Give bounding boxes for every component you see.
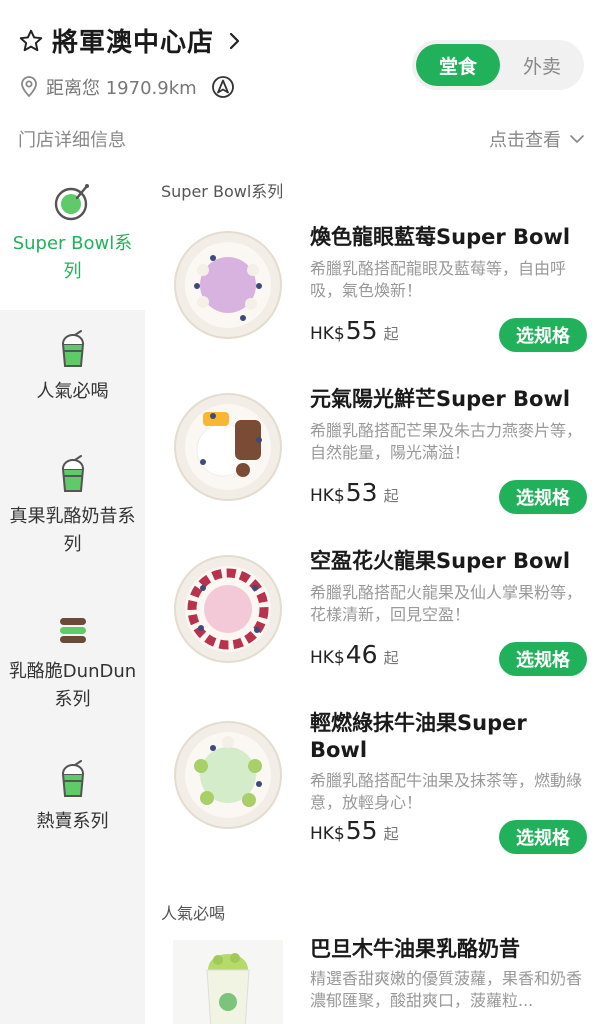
sidebar-item-label: 熱賣系列 (36, 811, 109, 832)
price-currency: HK$ (310, 324, 345, 344)
product-name: 煥色龍眼藍莓Super Bowl (310, 225, 571, 249)
price-currency: HK$ (310, 824, 345, 844)
product-item[interactable]: 元氣陽光鮮芒Super Bowl 希臘乳酪搭配芒果及朱古力燕麥片等，自然能量，陽… (145, 374, 603, 524)
cup-icon (61, 330, 84, 367)
product-name: 輕燃綠抹牛油果Super Bowl (310, 711, 527, 762)
product-description: 精選香甜爽嫩的優質菠蘿，果香和奶香濃郁匯聚，酸甜爽口，菠蘿粒... (310, 969, 583, 1010)
sidebar-item-label: 人氣必喝 (36, 381, 109, 402)
store-name[interactable]: 將軍澳中心店 (52, 22, 214, 59)
price-value: 55 (345, 316, 378, 345)
category-sidebar: Super Bowl系列 人氣必喝 真果乳酪奶昔系列 乳酪脆DunDun系列 熱… (0, 160, 145, 1024)
product-image (174, 393, 282, 501)
sidebar-item-label: 真果乳酪奶昔系列 (9, 506, 136, 555)
select-spec-button[interactable]: 选规格 (499, 480, 587, 514)
cup-icon (61, 760, 84, 797)
product-item[interactable]: 煥色龍眼藍莓Super Bowl 希臘乳酪搭配龍眼及藍莓等，自由呼吸，氣色煥新！… (145, 212, 603, 362)
store-info-row[interactable]: 门店详细信息 点击查看 (0, 120, 603, 156)
product-list[interactable]: Super Bowl系列 煥色龍眼藍莓Super Bowl 希臘乳酪搭配龍眼及藍… (145, 160, 603, 1024)
product-item[interactable]: 巴旦木牛油果乳酪奶昔 精選香甜爽嫩的優質菠蘿，果香和奶香濃郁匯聚，酸甜爽口，菠蘿… (145, 930, 603, 1024)
price-value: 53 (345, 478, 378, 507)
store-info-link[interactable]: 点击查看 (489, 126, 585, 152)
chevron-right-icon (229, 32, 240, 49)
product-description: 希臘乳酪搭配龍眼及藍莓等，自由呼吸，氣色煥新！ (310, 259, 567, 300)
product-item[interactable]: 輕燃綠抹牛油果Super Bowl 希臘乳酪搭配牛油果及抹茶等，燃動綠意，放輕身… (145, 698, 603, 868)
product-image (174, 555, 282, 663)
dine-in-tab[interactable]: 堂食 (416, 44, 500, 86)
store-header: 將軍澳中心店 距离您 1970.9km 堂食 外卖 门店详细信息 点击查看 (0, 0, 603, 170)
select-spec-button[interactable]: 选规格 (499, 642, 587, 676)
sidebar-item-popular[interactable]: 人氣必喝 (0, 330, 145, 440)
product-name: 空盈花火龍果Super Bowl (310, 549, 571, 573)
section-title: Super Bowl系列 (161, 182, 284, 201)
cup-icon (61, 455, 84, 492)
select-spec-button[interactable]: 选规格 (499, 820, 587, 854)
store-selector[interactable]: 將軍澳中心店 (18, 22, 244, 59)
bowl-icon (54, 184, 89, 221)
distance-row: 距离您 1970.9km (18, 74, 235, 100)
product-price: HK$ 55 起 (310, 816, 399, 845)
sidebar-item-label: 乳酪脆DunDun系列 (8, 661, 137, 710)
location-pin-icon (21, 76, 37, 98)
order-mode-toggle[interactable]: 堂食 外卖 (412, 40, 584, 90)
price-value: 46 (345, 640, 378, 669)
price-suffix: 起 (383, 825, 399, 843)
product-price: HK$ 53 起 (310, 478, 399, 507)
sidebar-item-label: Super Bowl系列 (12, 233, 133, 282)
product-image (173, 940, 283, 1024)
store-info-label: 门店详细信息 (18, 130, 126, 151)
product-image (174, 231, 282, 339)
chevron-down-icon (570, 135, 584, 143)
view-details-text[interactable]: 点击查看 (489, 126, 561, 152)
product-image (174, 721, 282, 829)
product-item[interactable]: 空盈花火龍果Super Bowl 希臘乳酪搭配火龍果及仙人掌果粉等，花樣清新，回… (145, 536, 603, 686)
price-suffix: 起 (383, 649, 399, 667)
price-currency: HK$ (310, 486, 345, 506)
price-suffix: 起 (383, 325, 399, 343)
stacked-snack-icon (59, 618, 86, 643)
product-name: 巴旦木牛油果乳酪奶昔 (310, 937, 520, 961)
product-description: 希臘乳酪搭配芒果及朱古力燕麥片等，自然能量，陽光滿溢！ (310, 421, 583, 462)
navigation-icon[interactable] (211, 75, 235, 99)
price-suffix: 起 (383, 487, 399, 505)
product-description: 希臘乳酪搭配牛油果及抹茶等，燃動綠意，放輕身心！ (310, 771, 583, 812)
product-price: HK$ 55 起 (310, 316, 399, 345)
star-icon[interactable] (18, 28, 44, 54)
price-currency: HK$ (310, 648, 345, 668)
sidebar-item-dundun[interactable]: 乳酪脆DunDun系列 (0, 610, 145, 730)
price-value: 55 (345, 816, 378, 845)
product-name: 元氣陽光鮮芒Super Bowl (310, 387, 571, 411)
section-title: 人氣必喝 (161, 904, 226, 923)
takeaway-tab[interactable]: 外卖 (504, 44, 580, 86)
distance-text: 距离您 1970.9km (46, 78, 197, 99)
sidebar-item-hot-sellers[interactable]: 熱賣系列 (0, 760, 145, 860)
sidebar-item-fruit-yogurt-shake[interactable]: 真果乳酪奶昔系列 (0, 455, 145, 575)
sidebar-item-super-bowl[interactable]: Super Bowl系列 (0, 160, 145, 310)
product-price: HK$ 46 起 (310, 640, 399, 669)
product-description: 希臘乳酪搭配火龍果及仙人掌果粉等，花樣清新，回見空盈！ (310, 583, 583, 624)
select-spec-button[interactable]: 选规格 (499, 318, 587, 352)
